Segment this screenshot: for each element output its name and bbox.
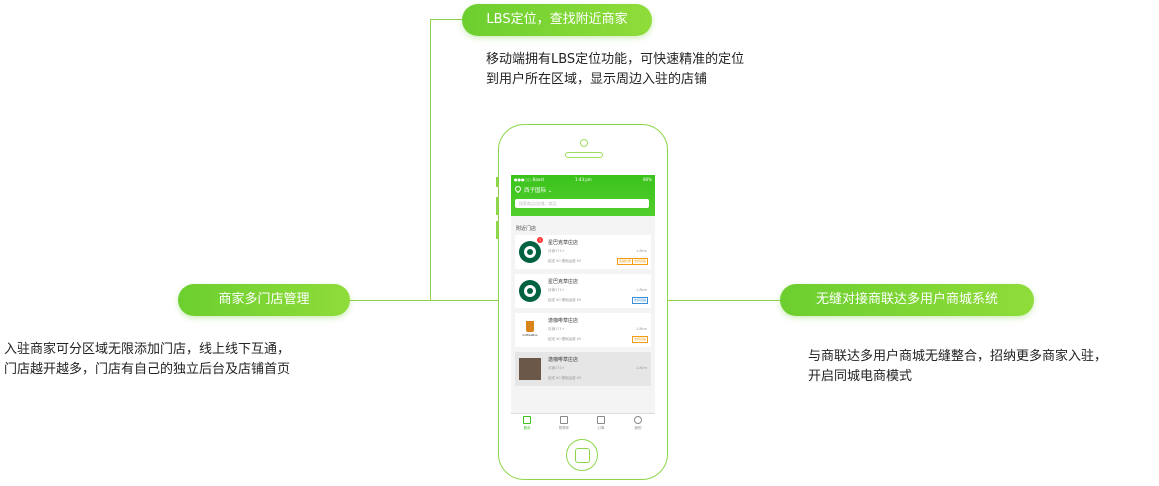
- feature-multistore-desc-line1: 入驻商家可分区域无限添加门店，线上线下互通，: [4, 342, 291, 357]
- location-label: 西子国际: [524, 188, 547, 194]
- starbucks-logo: [519, 241, 541, 263]
- status-carrier: ●●●○○ Boost: [514, 177, 545, 182]
- notification-badge: 1: [537, 237, 543, 243]
- store-distance: 1.8km: [635, 366, 647, 370]
- feature-multistore-desc-line2: 门店越开越多，门店有自己的独立后台及店铺首页: [4, 362, 291, 377]
- left-connector: [350, 300, 500, 301]
- feature-lbs-desc-line1: 移动端拥有LBS定位功能，可快速精准的定位: [486, 52, 745, 67]
- phone-speaker: [565, 152, 603, 158]
- tab-label: 我的: [634, 426, 642, 430]
- feature-integration-desc-line1: 与商联达多用户商城无缝整合，招纳更多商家入驻，: [808, 349, 1108, 364]
- location-pin-icon: [513, 184, 523, 194]
- feature-integration-desc-line2: 开启同城电商模式: [808, 369, 913, 384]
- top-connector-vertical: [430, 19, 431, 301]
- store-sales: 月销171+: [548, 327, 565, 331]
- store-distance: 1.8km: [635, 249, 647, 253]
- user-icon: [634, 416, 642, 424]
- phone-screen: ●●●○○ Boost 1:43 pm 80% 西子国际 ⌄ 搜索商品/店铺，商…: [511, 175, 655, 433]
- bottom-tab-bar: 首页 购物车 订单 我的: [511, 413, 655, 433]
- store-card[interactable]: 逸咖啡草庄店 月销171+ 起送 ¥0 基础运费 ¥5 1.8km: [515, 352, 651, 386]
- tab-orders[interactable]: 订单: [591, 416, 611, 431]
- cart-icon: [560, 416, 568, 424]
- store-name: 星巴克草庄店: [548, 240, 579, 246]
- phone-mockup: ●●●○○ Boost 1:43 pm 80% 西子国际 ⌄ 搜索商品/店铺，商…: [496, 124, 668, 480]
- coffeebox-logo: CoffeeBox: [519, 319, 541, 341]
- phone-volume-down: [496, 221, 499, 239]
- coffee-cup-icon: [526, 321, 534, 332]
- store-delivery: 起送 ¥0 基础运费 ¥5: [548, 376, 582, 380]
- tab-cart[interactable]: 购物车: [554, 416, 574, 431]
- store-sales: 月销171+: [548, 366, 565, 370]
- feature-lbs-desc-line2: 到用户所在区域，显示周边入驻的店铺: [486, 72, 708, 87]
- feature-integration-pill: 无缝对接商联达多用户商城系统: [780, 284, 1034, 316]
- coffee-shop-photo: [519, 358, 541, 380]
- tab-profile[interactable]: 我的: [628, 416, 648, 431]
- store-delivery: 起送 ¥0 基础运费 ¥5: [548, 337, 582, 341]
- tab-label: 购物车: [558, 426, 570, 430]
- location-selector[interactable]: 西子国际 ⌄: [513, 184, 553, 194]
- top-connector-horizontal: [430, 19, 464, 20]
- store-tag: 店铺优惠: [616, 258, 633, 265]
- phone-side-button: [496, 177, 499, 187]
- store-name: 星巴克草庄店: [548, 279, 579, 285]
- feature-lbs-pill: LBS定位，查找附近商家: [462, 4, 652, 36]
- home-icon: [523, 416, 531, 424]
- starbucks-logo: [519, 280, 541, 302]
- tab-home[interactable]: 首页: [517, 416, 537, 431]
- order-icon: [597, 416, 605, 424]
- store-sales: 月销171+: [548, 288, 565, 292]
- app-header: ●●●○○ Boost 1:43 pm 80% 西子国际 ⌄ 搜索商品/店铺，商…: [511, 175, 655, 216]
- status-time: 1:43 pm: [575, 177, 592, 182]
- feature-multistore-pill: 商家多门店管理: [178, 284, 350, 316]
- store-card[interactable]: 1 星巴克草庄店 月销171+ 起送 ¥0 基础运费 ¥5 1.8km 店铺优惠…: [515, 235, 651, 269]
- tab-label: 首页: [523, 426, 531, 430]
- chevron-down-icon: ⌄: [547, 188, 553, 194]
- store-name: 逸咖啡草庄店: [548, 357, 579, 363]
- store-tag: 支持自提: [631, 258, 648, 265]
- section-title: 附近门店: [516, 226, 537, 232]
- phone-volume-up: [496, 197, 499, 215]
- tab-label: 订单: [597, 426, 605, 430]
- feature-integration-desc: 与商联达多用户商城无缝整合，招纳更多商家入驻， 开启同城电商模式: [808, 347, 1107, 387]
- phone-home-button[interactable]: [566, 439, 598, 471]
- search-input[interactable]: 搜索商品/店铺，商品: [515, 199, 649, 208]
- right-connector: [668, 300, 780, 301]
- store-card[interactable]: 星巴克草庄店 月销171+ 起送 ¥0 基础运费 ¥5 1.8km 支持自提: [515, 274, 651, 308]
- store-tag: 支持自提: [631, 336, 648, 343]
- store-delivery: 起送 ¥0 基础运费 ¥5: [548, 298, 582, 302]
- store-distance: 1.8km: [635, 288, 647, 292]
- store-tag: 支持自提: [631, 297, 648, 304]
- store-name: 逸咖啡草庄店: [548, 318, 579, 324]
- status-battery: 80%: [643, 177, 652, 182]
- feature-multistore-desc: 入驻商家可分区域无限添加门店，线上线下互通， 门店越开越多，门店有自己的独立后台…: [4, 340, 290, 380]
- store-card[interactable]: CoffeeBox 逸咖啡草庄店 月销171+ 起送 ¥0 基础运费 ¥5 1.…: [515, 313, 651, 347]
- store-delivery: 起送 ¥0 基础运费 ¥5: [548, 259, 582, 263]
- feature-lbs-desc: 移动端拥有LBS定位功能，可快速精准的定位 到用户所在区域，显示周边入驻的店铺: [486, 50, 744, 90]
- store-sales: 月销171+: [548, 249, 565, 253]
- phone-camera: [580, 139, 588, 147]
- store-distance: 1.8km: [635, 327, 647, 331]
- coffeebox-logo-text: CoffeeBox: [522, 333, 538, 337]
